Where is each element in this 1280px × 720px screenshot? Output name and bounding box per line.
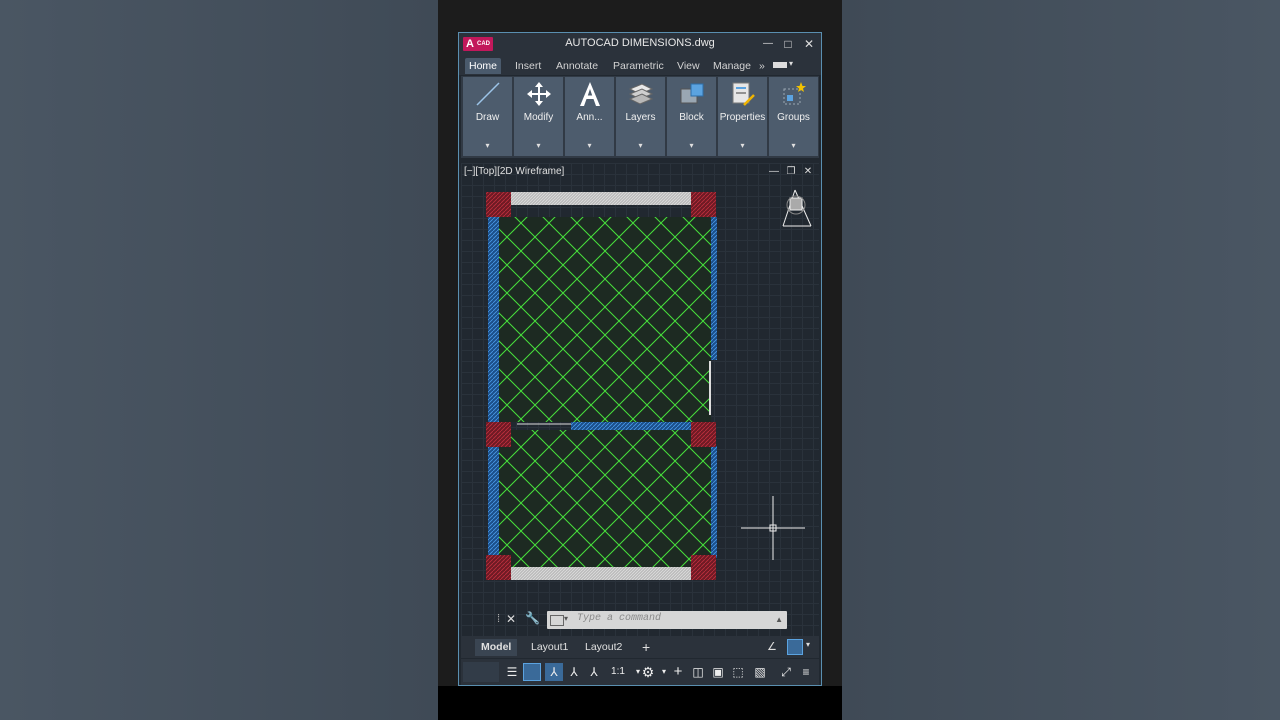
panel-layers-label: Layers bbox=[625, 112, 656, 123]
background-left bbox=[0, 0, 438, 720]
layout-tabs: Model Layout1 Layout2 + ∠ ▾ bbox=[461, 636, 819, 658]
groups-icon bbox=[783, 82, 806, 105]
plus-icon[interactable]: + bbox=[669, 663, 687, 681]
fullscreen-icon[interactable]: ⤢ bbox=[777, 663, 795, 681]
panel-draw[interactable]: Draw ▾ bbox=[463, 77, 512, 156]
hardware-acceleration-icon[interactable]: ▣ bbox=[709, 663, 727, 681]
tab-annotate[interactable]: Annotate bbox=[552, 58, 602, 74]
grid-mode-icon[interactable] bbox=[523, 663, 541, 681]
annotation-scale-icon[interactable]: ⅄ bbox=[585, 663, 603, 681]
panel-modify-label: Modify bbox=[523, 112, 554, 123]
column-bottom-right bbox=[691, 555, 716, 580]
column-bottom-left bbox=[486, 555, 511, 580]
wrench-icon[interactable]: 🔧 bbox=[525, 611, 540, 625]
tab-insert[interactable]: Insert bbox=[511, 58, 545, 74]
wall-middle bbox=[571, 422, 691, 430]
chevron-down-icon[interactable]: ▾ bbox=[565, 141, 614, 150]
annotation-visibility-icon[interactable]: ⅄ bbox=[565, 663, 583, 681]
scale-selector[interactable]: 1:1 bbox=[605, 663, 631, 681]
close-command-icon[interactable]: ✕ bbox=[506, 612, 516, 626]
command-line: ⁞ ✕ 🔧 ▾ Type a command ▲ bbox=[497, 610, 787, 630]
column-top-right bbox=[691, 192, 716, 217]
chevron-down-icon[interactable]: ▾ bbox=[769, 141, 818, 150]
floor-plan-drawing bbox=[486, 189, 812, 580]
viewport-scale-icon[interactable] bbox=[787, 639, 803, 655]
panel-groups[interactable]: Groups ▾ bbox=[769, 77, 818, 156]
autocad-window: A CAD AUTOCAD DIMENSIONS.dwg — □ ✕ Home … bbox=[458, 32, 822, 686]
chevron-down-icon[interactable]: ▾ bbox=[616, 141, 665, 150]
text-icon bbox=[580, 82, 600, 106]
room-hatch-upper bbox=[499, 217, 711, 422]
workspace-toggle-icon[interactable] bbox=[773, 62, 787, 68]
wall-left-upper bbox=[488, 217, 499, 422]
grip-icon[interactable]: ⁞ bbox=[497, 613, 500, 625]
wall-right-upper bbox=[711, 217, 717, 360]
panel-properties[interactable]: Properties ▾ bbox=[718, 77, 767, 156]
drawing-viewport[interactable]: [−][Top][2D Wireframe] — ❐ ✕ ⁞ ✕ 🔧 ▾ Typ… bbox=[461, 163, 819, 638]
panel-annotate-label: Ann... bbox=[576, 112, 603, 123]
room-hatch-lower bbox=[499, 430, 711, 580]
block-icon bbox=[680, 83, 704, 104]
tab-manage[interactable]: Manage bbox=[709, 58, 755, 74]
status-bar: ☰ ⅄ ⅄ ⅄ 1:1 ▾ ⚙ ▾ + ◫ ▣ ⬚ ▧ ⤢ ≡ bbox=[461, 659, 819, 685]
chevron-down-icon[interactable]: ▾ bbox=[806, 640, 810, 649]
properties-icon bbox=[732, 82, 755, 106]
panel-properties-label: Properties bbox=[719, 112, 766, 123]
chevron-down-icon[interactable]: ▾ bbox=[667, 141, 716, 150]
ribbon-tabs: Home Insert Annotate Parametric View Man… bbox=[459, 55, 821, 75]
snap-mode-icon[interactable]: ☰ bbox=[503, 663, 521, 681]
tab-parametric[interactable]: Parametric bbox=[609, 58, 668, 74]
move-icon bbox=[527, 82, 551, 106]
background-right bbox=[842, 0, 1280, 720]
panel-block[interactable]: Block ▾ bbox=[667, 77, 716, 156]
maximize-button[interactable]: □ bbox=[779, 35, 797, 53]
crosshair-cursor-icon bbox=[741, 496, 805, 560]
minimize-button[interactable]: — bbox=[759, 35, 777, 53]
wall-left-lower bbox=[488, 446, 499, 558]
viewcube-compass-icon bbox=[782, 189, 812, 227]
customize-menu-icon[interactable]: ≡ bbox=[797, 663, 815, 681]
isolate-objects-icon[interactable]: ◫ bbox=[689, 663, 707, 681]
tab-model[interactable]: Model bbox=[475, 639, 518, 656]
chevron-down-icon[interactable]: ▾ bbox=[514, 141, 563, 150]
coordinates-field[interactable] bbox=[463, 662, 499, 682]
ribbon: Draw ▾ Modify ▾ Ann... ▾ Layers ▾ Block … bbox=[461, 76, 819, 158]
layers-icon bbox=[628, 83, 654, 105]
terminal-icon bbox=[550, 615, 564, 626]
close-button[interactable]: ✕ bbox=[800, 35, 818, 53]
clean-screen-icon[interactable]: ⬚ bbox=[729, 663, 747, 681]
tab-layout2[interactable]: Layout2 bbox=[579, 639, 628, 656]
image-icon[interactable]: ▧ bbox=[751, 663, 769, 681]
ucs-icon[interactable]: ⅄ bbox=[545, 663, 563, 681]
column-mid-left bbox=[486, 422, 511, 447]
panel-modify[interactable]: Modify ▾ bbox=[514, 77, 563, 156]
chevron-down-icon[interactable]: ▾ bbox=[718, 141, 767, 150]
chevron-down-icon[interactable]: ▾ bbox=[463, 141, 512, 150]
tab-view[interactable]: View bbox=[673, 58, 704, 74]
title-bar: A CAD AUTOCAD DIMENSIONS.dwg — □ ✕ bbox=[459, 33, 821, 55]
panel-draw-label: Draw bbox=[475, 112, 500, 123]
command-input[interactable]: ▾ Type a command ▲ bbox=[547, 611, 787, 629]
bottom-bar bbox=[438, 686, 842, 720]
window-top bbox=[511, 192, 691, 205]
panel-groups-label: Groups bbox=[777, 112, 810, 123]
wall-right-lower bbox=[711, 446, 717, 558]
command-history-icon[interactable]: ▲ bbox=[775, 615, 783, 624]
column-mid-right bbox=[691, 422, 716, 447]
workspace-dropdown-icon[interactable]: ▾ bbox=[789, 59, 793, 68]
add-layout-button[interactable]: + bbox=[636, 639, 656, 656]
tab-home[interactable]: Home bbox=[465, 58, 502, 74]
column-top-left bbox=[486, 192, 511, 217]
ribbon-overflow-button[interactable]: » bbox=[755, 58, 769, 74]
line-icon bbox=[476, 82, 500, 106]
tab-layout1[interactable]: Layout1 bbox=[525, 639, 574, 656]
chevron-down-icon[interactable]: ▾ bbox=[564, 614, 568, 623]
panel-layers[interactable]: Layers ▾ bbox=[616, 77, 665, 156]
polar-tracking-icon[interactable]: ∠ bbox=[767, 640, 777, 653]
command-placeholder: Type a command bbox=[577, 613, 662, 624]
window-bottom bbox=[511, 567, 691, 580]
panel-block-label: Block bbox=[679, 112, 704, 123]
panel-annotate[interactable]: Ann... ▾ bbox=[565, 77, 614, 156]
